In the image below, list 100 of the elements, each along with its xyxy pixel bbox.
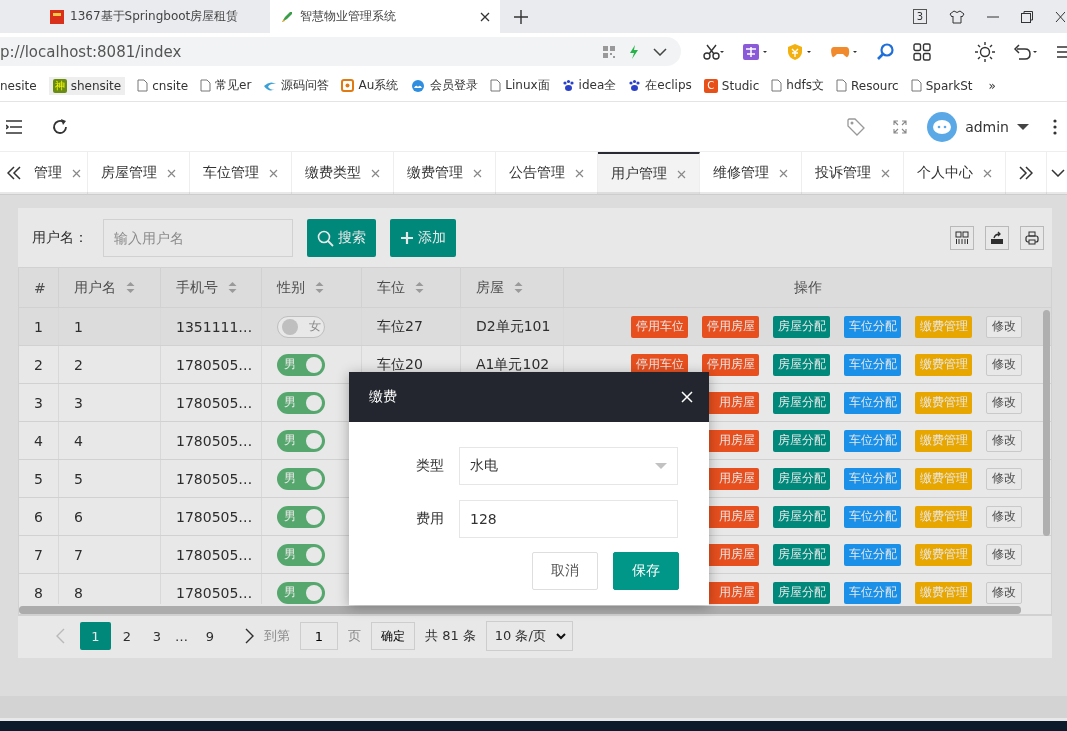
lightning-icon[interactable] xyxy=(629,44,639,59)
fullscreen-icon[interactable] xyxy=(893,119,908,134)
cancel-button[interactable]: 取消 xyxy=(532,552,598,590)
new-tab-icon[interactable] xyxy=(514,9,528,24)
bookmark[interactable]: Au系统 xyxy=(341,77,399,94)
sort-icon[interactable] xyxy=(315,281,324,294)
bookmark[interactable]: nesite xyxy=(0,78,37,93)
browser-tab[interactable]: 1367基于Springboot房屋租赁 xyxy=(40,0,270,33)
export-button[interactable] xyxy=(985,226,1009,250)
more-icon[interactable] xyxy=(1053,118,1057,135)
row-number: 1 xyxy=(34,318,43,335)
maximize-icon[interactable] xyxy=(1021,10,1033,23)
fee-field[interactable]: 128 xyxy=(459,500,678,538)
bookmark[interactable]: C Studic xyxy=(703,78,760,93)
page-field[interactable]: 1 xyxy=(300,622,338,650)
page-button[interactable]: 1 xyxy=(80,622,111,650)
sort-icon[interactable] xyxy=(514,281,523,294)
page-tab[interactable]: 缴费类型 xyxy=(292,152,394,194)
refresh-icon[interactable] xyxy=(52,118,68,135)
action-button[interactable]: 修改 xyxy=(986,315,1022,338)
columns-button[interactable] xyxy=(950,226,974,250)
scissors-icon[interactable] xyxy=(703,43,725,60)
page-size-select[interactable]: 10 条/页 xyxy=(485,621,573,651)
close-icon[interactable] xyxy=(480,11,490,22)
action-button[interactable]: 修改 xyxy=(986,505,1022,528)
add-button[interactable]: 添加 xyxy=(390,219,456,257)
caret-icon[interactable] xyxy=(653,47,667,56)
bookmark[interactable]: 常见er xyxy=(200,77,252,94)
action-button[interactable]: 房屋分配 xyxy=(773,429,830,452)
page-tab[interactable]: 缴费管理 xyxy=(394,152,496,194)
action-button[interactable]: 修改 xyxy=(986,391,1022,414)
translate-icon[interactable] xyxy=(743,43,769,60)
sort-icon[interactable] xyxy=(126,281,135,294)
page-tab[interactable]: 管理 xyxy=(28,152,88,194)
action-button[interactable]: 房屋分配 xyxy=(773,391,830,414)
page-button[interactable]: 9 xyxy=(196,622,224,650)
action-button[interactable]: 修改 xyxy=(986,467,1022,490)
bookmark[interactable]: Resourc xyxy=(836,78,899,93)
username-field[interactable]: 输入用户名 xyxy=(103,219,293,257)
action-button[interactable]: 房屋分配 xyxy=(773,315,830,338)
close-icon[interactable] xyxy=(1055,10,1065,23)
bookmark[interactable]: 神 shensite xyxy=(48,76,126,95)
avatar[interactable] xyxy=(927,111,958,142)
sort-icon[interactable] xyxy=(415,281,424,294)
action-button[interactable]: 房屋分配 xyxy=(773,505,830,528)
action-button[interactable]: 修改 xyxy=(986,543,1022,566)
action-button[interactable]: 房屋分配 xyxy=(773,467,830,490)
dropdown-icon[interactable] xyxy=(1051,169,1065,177)
search-button[interactable]: 搜索 xyxy=(307,219,376,257)
page-button[interactable]: 2 xyxy=(113,622,141,650)
bookmark[interactable]: cnsite xyxy=(137,78,189,93)
page-tab[interactable]: 用户管理 xyxy=(598,152,700,194)
table-row[interactable]: 1 1 1351111… 女 车位27 D2单元101 停用车位 停用房屋 房屋分配 车位分配 缴费管理 修改 xyxy=(19,307,1051,345)
menu-icon[interactable] xyxy=(1057,44,1067,59)
address-bar[interactable]: p://localhost:8081/index xyxy=(0,37,681,66)
grid-icon[interactable] xyxy=(913,42,931,61)
undo-icon[interactable] xyxy=(1013,43,1039,60)
action-button[interactable]: 修改 xyxy=(986,581,1022,604)
scroll-right-icon[interactable] xyxy=(1019,166,1033,180)
search-icon[interactable] xyxy=(877,42,895,61)
table-cell: A1单元102 xyxy=(476,355,550,374)
page-button[interactable]: 3 xyxy=(143,622,171,650)
bookmark[interactable]: Linux面 xyxy=(490,77,550,94)
bookmark[interactable]: 源码问答 xyxy=(263,77,330,94)
page-tab[interactable]: 车位管理 xyxy=(190,152,292,194)
shirt-icon[interactable] xyxy=(949,9,965,24)
action-button[interactable]: 房屋分配 xyxy=(773,543,830,566)
action-button[interactable]: 修改 xyxy=(986,429,1022,452)
confirm-button[interactable]: 确定 xyxy=(371,622,415,650)
browser-tab[interactable]: 智慧物业管理系统 xyxy=(270,0,500,33)
next-page-icon[interactable] xyxy=(244,628,254,644)
table-cell: 车位27 xyxy=(377,317,423,336)
page-tab[interactable]: 个人中心 xyxy=(904,152,1006,194)
scrollbar[interactable] xyxy=(19,606,1021,614)
more-bookmarks[interactable]: » xyxy=(988,78,996,93)
bookmark[interactable]: 在eclips xyxy=(628,77,692,94)
sort-icon[interactable] xyxy=(228,281,237,294)
bookmark[interactable]: 会员登录 xyxy=(410,77,479,94)
page-tab[interactable]: 房屋管理 xyxy=(88,152,190,194)
page-tab[interactable]: 维修管理 xyxy=(700,152,802,194)
scrollbar[interactable] xyxy=(1043,310,1050,536)
action-button[interactable]: 修改 xyxy=(986,353,1022,376)
menu-icon[interactable] xyxy=(6,119,22,134)
print-button[interactable] xyxy=(1020,226,1044,250)
qr-code-icon[interactable] xyxy=(603,45,615,58)
page-tab[interactable]: 投诉管理 xyxy=(802,152,904,194)
bookmark[interactable]: SparkSt xyxy=(910,78,973,93)
caret-icon[interactable] xyxy=(1017,122,1029,131)
action-button[interactable]: 房屋分配 xyxy=(773,353,830,376)
sun-icon[interactable] xyxy=(975,41,995,62)
tag-icon[interactable] xyxy=(847,117,866,136)
user-name[interactable]: admin xyxy=(965,118,1009,135)
bookmark[interactable]: hdfs文 xyxy=(771,77,824,94)
type-select[interactable]: 水电 xyxy=(459,447,678,485)
save-button[interactable]: 保存 xyxy=(613,552,679,590)
tab-count[interactable]: 3 xyxy=(913,9,927,24)
action-button[interactable]: 房屋分配 xyxy=(773,581,830,604)
bookmark[interactable]: idea全 xyxy=(561,77,617,94)
shield-icon[interactable] xyxy=(787,43,813,60)
scroll-left-icon[interactable] xyxy=(7,166,21,180)
